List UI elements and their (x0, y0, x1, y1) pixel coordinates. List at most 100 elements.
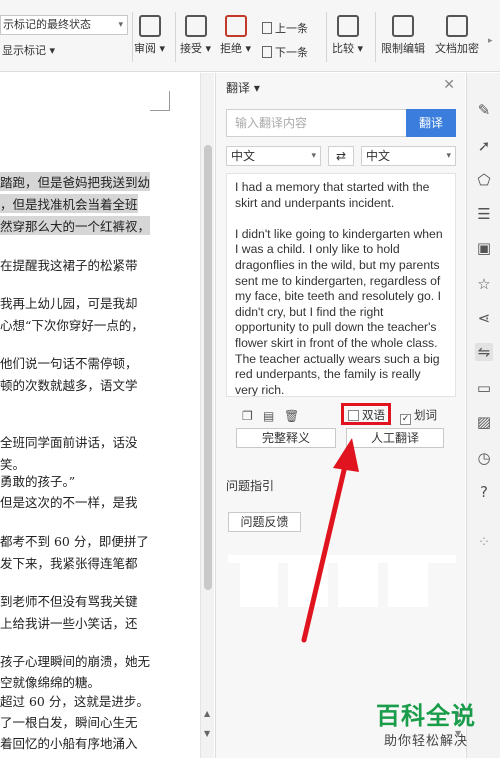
restrict-editing-label: 限制编辑 (381, 42, 425, 55)
doc-line: 空就像绵绵的糖。 (0, 675, 101, 690)
markup-state-select[interactable]: 示标记的最终状态 ▾ (0, 15, 128, 35)
review-button[interactable]: 审阅 ▾ (134, 15, 165, 56)
compare-button[interactable]: 比较 ▾ (332, 15, 363, 56)
accept-button[interactable]: 接受 ▾ (180, 15, 211, 56)
full-definition-button[interactable]: 完整释义 (236, 428, 336, 448)
reject-button[interactable]: 拒绝 ▾ (220, 15, 251, 56)
scroll-down-icon[interactable]: ▼ (204, 729, 210, 738)
doc-line: 勇敢的孩子。” (0, 474, 76, 489)
doc-line: 孩子心理瞬间的崩溃，她无 (0, 654, 151, 669)
scroll-up-icon[interactable]: ▲ (204, 709, 210, 718)
previous-change-button[interactable]: 上一条 (262, 20, 308, 36)
copy-icon[interactable]: ❐ (242, 409, 253, 423)
document-scrollbar[interactable]: ▲ ▼ (200, 73, 214, 758)
annotation-highlight-box (341, 403, 391, 425)
review-label: 审阅 (134, 42, 156, 55)
doc-line: 到老师不但没有骂我关键 (0, 594, 138, 609)
divider (132, 12, 133, 62)
doc-encrypt-label: 文档加密 (435, 42, 479, 55)
scrollbar-thumb[interactable] (204, 145, 212, 590)
watermark-logo: 百科全说 助你轻松解决 (372, 694, 500, 758)
reject-label: 拒绝 (220, 42, 242, 55)
target-language-select[interactable]: 中文 ▾ (361, 146, 456, 166)
history-icon[interactable]: ◷ (475, 449, 493, 467)
show-markup-label: 显示标记 (2, 44, 46, 57)
panel-title[interactable]: 翻译 ▾ (226, 79, 260, 96)
doc-line: 超过 60 分，这就是进步。 (0, 694, 149, 709)
divider (326, 12, 327, 62)
delete-icon[interactable]: 🗑 (284, 409, 299, 423)
ribbon-scroll-right-icon[interactable]: ▸ (488, 36, 493, 46)
right-sidebar: ✎ ➚ ⬠ ☰ ▣ ☆ ⋖ ⇋ ▭ ▨ ◷ ? ⁘ (466, 73, 500, 758)
page-corner-mark (150, 91, 170, 111)
human-translation-button[interactable]: 人工翻译 (346, 428, 444, 448)
translate-panel: 翻译 ▾ ✕ 翻译 中文 ▾ ⇄ 中文 ▾ I had a memory tha… (215, 73, 465, 758)
insert-icon[interactable]: ▤ (263, 409, 274, 423)
doc-line: 着回忆的小船有序地涌入 (0, 736, 138, 751)
ribbon-toolbar: 示标记的最终状态 ▾ 显示标记 ▾ 审阅 ▾ 接受 ▾ 拒绝 ▾ 上一条 下一条… (0, 0, 500, 72)
watermark-brand: 百科全说 (376, 702, 476, 730)
shapes-icon[interactable]: ⬠ (475, 171, 493, 189)
magnifier-icon (138, 15, 161, 37)
checkbox-checked-icon: ✓ (400, 414, 411, 425)
doc-line: 踏跑，但是爸妈把我送到幼 (0, 172, 151, 191)
feedback-button[interactable]: 问题反馈 (228, 512, 301, 532)
cursor-icon[interactable]: ➚ (475, 137, 493, 155)
image-icon[interactable]: ▨ (475, 413, 493, 431)
word-pick-checkbox[interactable]: ✓ 划词 (400, 407, 437, 425)
star-icon[interactable]: ☆ (475, 275, 493, 293)
translate-input[interactable] (227, 110, 405, 136)
doc-line: 了一根白发，瞬间心生无 (0, 715, 138, 730)
lock-document-icon (392, 15, 414, 37)
translate-icon[interactable]: ⇋ (475, 343, 493, 361)
doc-line: ，但是找准机会当着全班 (0, 194, 138, 213)
checkmark-document-icon (184, 15, 207, 37)
share-icon[interactable]: ⋖ (475, 309, 493, 327)
doc-line: 发下来，我紧张得连笔都 (0, 556, 138, 571)
divider (375, 12, 376, 62)
close-icon[interactable]: ✕ (443, 77, 455, 93)
sliders-icon[interactable]: ☰ (475, 205, 493, 223)
translation-result[interactable]: I had a memory that started with the ski… (226, 173, 456, 397)
help-icon[interactable]: ? (475, 483, 493, 501)
swap-languages-icon[interactable]: ⇄ (328, 146, 354, 166)
previous-icon (262, 22, 272, 34)
doc-line: 都考不到 60 分，即便拼了 (0, 534, 149, 549)
help-section-title: 问题指引 (226, 479, 275, 493)
source-language-select[interactable]: 中文 ▾ (226, 146, 321, 166)
restrict-editing-button[interactable]: 限制编辑 (381, 15, 425, 56)
chevron-down-icon: ▾ (311, 151, 316, 161)
gallery-icon[interactable]: ▣ (475, 239, 493, 257)
doc-encrypt-button[interactable]: 文档加密 (435, 15, 479, 56)
blank-placeholder-area (228, 555, 456, 610)
translate-button[interactable]: 翻译 (406, 109, 456, 137)
result-paragraph: I had a memory that started with the ski… (235, 180, 430, 210)
document-page[interactable]: 踏跑，但是爸妈把我送到幼 ，但是找准机会当着全班 然穿那么大的一个红裤衩， 在提… (0, 73, 200, 758)
doc-line: 我再上幼儿园，可是我却 (0, 296, 138, 311)
reject-document-icon (224, 15, 247, 37)
key-document-icon (446, 15, 468, 37)
doc-line: 在提醒我这裙子的松紧带 (0, 258, 138, 273)
divider (175, 12, 176, 62)
result-paragraph: I didn't like going to kindergarten when… (235, 226, 443, 397)
doc-line: 但是这次的不一样，是我 (0, 495, 138, 510)
doc-line: 上给我讲一些小笑话，还 (0, 616, 138, 631)
watermark-slogan: 助你轻松解决 (384, 734, 469, 749)
compare-label: 比较 (332, 42, 354, 55)
doc-line: 顿的次数就越多，语文学 (0, 378, 138, 393)
next-label: 下一条 (275, 46, 308, 59)
markup-state-value: 示标记的最终状态 (3, 18, 91, 31)
next-change-button[interactable]: 下一条 (262, 44, 308, 60)
chevron-down-icon: ▾ (250, 81, 260, 95)
target-language-value: 中文 (366, 149, 391, 163)
compare-icon (336, 15, 359, 37)
apps-grid-icon[interactable]: ⁘ (475, 533, 493, 551)
translate-input-wrapper: 翻译 (226, 109, 456, 137)
pen-icon[interactable]: ✎ (475, 101, 493, 119)
word-pick-label: 划词 (414, 408, 437, 422)
archive-icon[interactable]: ▭ (475, 379, 493, 397)
doc-line: 他们说一句话不需停顿， (0, 356, 138, 371)
chevron-down-icon: ▾ (118, 20, 123, 30)
source-language-value: 中文 (231, 149, 256, 163)
show-markup-button[interactable]: 显示标记 ▾ (2, 42, 55, 58)
